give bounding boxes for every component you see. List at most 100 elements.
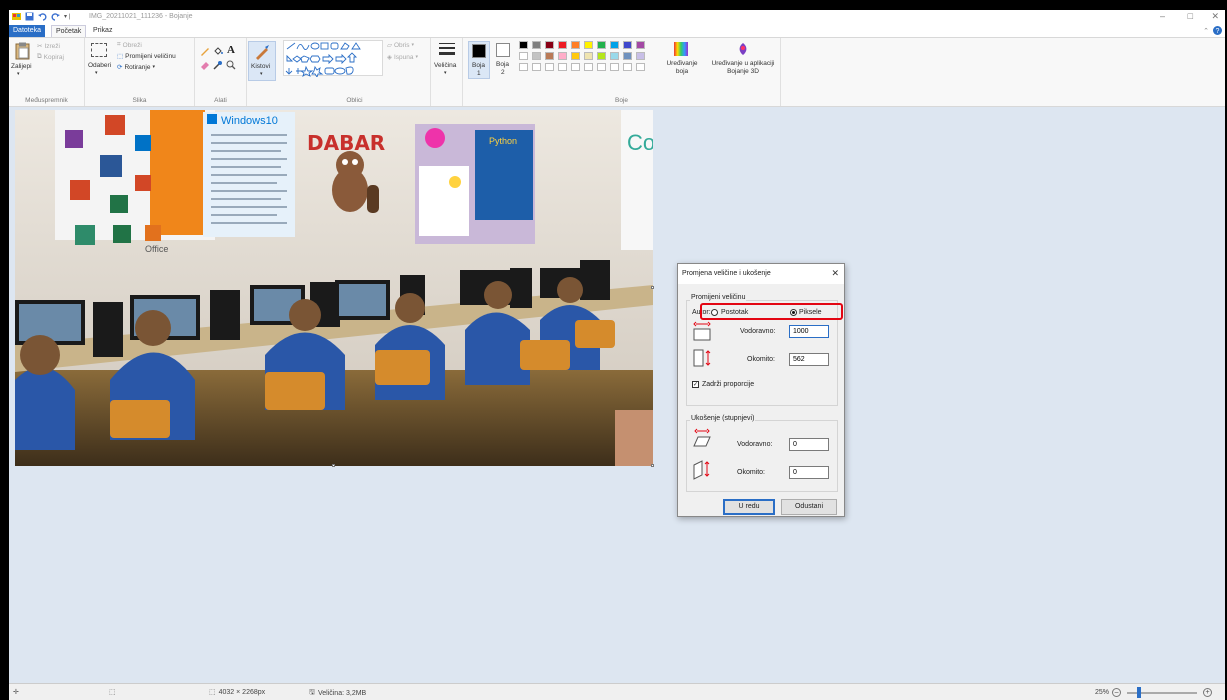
text-icon[interactable]: A <box>227 44 235 56</box>
canvas-area[interactable]: Office Windows10 DABAR Python Co <box>9 108 1225 682</box>
color-swatch[interactable] <box>597 41 606 49</box>
color1-button[interactable]: Boja 1 <box>468 41 490 79</box>
paint3d-button[interactable]: Uređivanje u aplikaciji Bojanje 3D <box>709 60 777 76</box>
custom-color-swatch[interactable] <box>532 63 541 71</box>
keep-ratio-label[interactable]: Zadrži proporcije <box>702 381 754 388</box>
image-group: Odaberi ▾ ⌗ Obreži ⬚ Promijeni veličinu ⟳ R… <box>85 38 195 106</box>
pencil-icon[interactable] <box>200 46 210 56</box>
paste-button[interactable]: Zalijepi <box>11 63 32 70</box>
crop-icon: ⌗ <box>117 41 121 48</box>
collapse-ribbon-icon[interactable]: ⌃ <box>1203 27 1209 35</box>
shapes-gallery[interactable] <box>283 40 383 79</box>
dialog-close-button[interactable]: ✕ <box>831 269 839 278</box>
color-swatch[interactable] <box>597 52 606 60</box>
resize-handle-right[interactable] <box>651 286 654 289</box>
color-swatch[interactable] <box>532 52 541 60</box>
custom-color-swatch[interactable] <box>558 63 567 71</box>
edit-colors-button[interactable]: Uređivanje boja <box>666 60 697 76</box>
copy-button[interactable]: ⧉ Kopiraj <box>37 53 64 61</box>
color-swatch[interactable] <box>623 52 632 60</box>
disk-icon: 🖫 <box>309 689 315 696</box>
custom-color-swatch[interactable] <box>597 63 606 71</box>
brushes-button[interactable]: Kistovi ▾ <box>248 41 276 81</box>
ok-button[interactable]: U redu <box>723 499 775 515</box>
size-button[interactable]: Veličina <box>434 62 456 69</box>
color-swatch[interactable] <box>584 52 593 60</box>
custom-color-swatch[interactable] <box>571 63 580 71</box>
paste-dropdown-icon[interactable]: ▾ <box>17 71 20 77</box>
skew-vertical-input[interactable] <box>789 466 829 479</box>
shapes-gallery-icons <box>285 42 361 79</box>
undo-icon[interactable] <box>38 12 47 21</box>
fill-button[interactable]: ◈ Ispuna ▾ <box>387 53 418 62</box>
selection-icon: ⬚ <box>109 689 116 696</box>
color-swatch[interactable] <box>623 41 632 49</box>
edit-colors-icon[interactable] <box>674 42 688 56</box>
select-icon[interactable] <box>91 43 107 57</box>
custom-color-swatch[interactable] <box>610 63 619 71</box>
color-swatch[interactable] <box>636 52 645 60</box>
redo-icon[interactable] <box>51 12 60 21</box>
crop-button[interactable]: ⌗ Obreži <box>117 41 142 49</box>
color-swatch[interactable] <box>558 41 567 49</box>
color-swatch[interactable] <box>584 41 593 49</box>
zoom-slider[interactable] <box>1127 686 1198 698</box>
paste-icon[interactable] <box>15 42 31 60</box>
customize-qa-icon[interactable]: ▾ | <box>64 13 70 20</box>
fill-label: Ispuna <box>394 53 414 61</box>
cut-button[interactable]: ✂ Izreži <box>37 42 60 51</box>
color-swatch[interactable] <box>571 41 580 49</box>
tab-file[interactable]: Datoteka <box>9 25 46 37</box>
resize-handle-bottom[interactable] <box>332 464 335 467</box>
color-swatch[interactable] <box>519 41 528 49</box>
tab-home[interactable]: Početak <box>51 25 87 37</box>
color-swatch[interactable] <box>545 52 554 60</box>
window-title: IMG_20211021_111236 - Bojanje <box>89 13 193 20</box>
size-dropdown-icon[interactable]: ▾ <box>444 70 447 76</box>
maximize-button[interactable]: □ <box>1188 11 1193 21</box>
custom-color-swatch[interactable] <box>545 63 554 71</box>
close-button[interactable]: ✕ <box>1211 11 1219 22</box>
color-swatch[interactable] <box>558 52 567 60</box>
zoom-in-button[interactable]: + <box>1203 688 1213 697</box>
custom-color-swatch[interactable] <box>519 63 528 71</box>
select-dropdown-icon[interactable]: ▾ <box>95 70 98 76</box>
zoom-slider-thumb[interactable] <box>1137 686 1142 698</box>
custom-color-swatch[interactable] <box>623 63 632 71</box>
custom-color-swatch[interactable] <box>636 63 645 71</box>
color1-sub: 1 <box>477 70 481 77</box>
color-swatch[interactable] <box>519 52 528 60</box>
canvas-image[interactable]: Office Windows10 DABAR Python Co <box>15 110 653 466</box>
color-swatch[interactable] <box>545 41 554 49</box>
eraser-icon[interactable] <box>200 60 210 70</box>
vertical-input[interactable] <box>789 353 829 366</box>
rotate-button[interactable]: ⟳ Rotiranje ▾ <box>117 63 155 72</box>
cancel-button[interactable]: Odustani <box>781 499 837 515</box>
outline-icon: ▱ <box>387 42 392 49</box>
resize-button[interactable]: ⬚ Promijeni veličinu <box>117 52 176 61</box>
skew-horizontal-input[interactable] <box>789 438 829 451</box>
color-picker-icon[interactable] <box>213 60 223 70</box>
color-swatch[interactable] <box>610 52 619 60</box>
tab-view[interactable]: Prikaz <box>89 25 116 37</box>
paint-window: ▾ | IMG_20211021_111236 - Bojanje – □ ✕ … <box>9 10 1225 700</box>
keep-ratio-checkbox[interactable]: ✓ <box>692 381 699 388</box>
paint3d-icon[interactable] <box>736 42 750 56</box>
minimize-button[interactable]: – <box>1160 11 1165 21</box>
color-swatch[interactable] <box>571 52 580 60</box>
color-swatch[interactable] <box>636 41 645 49</box>
color-swatch[interactable] <box>532 41 541 49</box>
custom-color-swatch[interactable] <box>584 63 593 71</box>
outline-button[interactable]: ▱ Obris ▾ <box>387 41 414 50</box>
color-swatch[interactable] <box>610 41 619 49</box>
select-button[interactable]: Odaberi <box>88 62 111 69</box>
fill-icon[interactable] <box>213 46 223 56</box>
save-icon[interactable] <box>25 12 34 21</box>
horizontal-input[interactable] <box>789 325 829 338</box>
color2-button[interactable]: Boja 2 <box>493 41 515 79</box>
line-size-icon[interactable] <box>439 42 455 56</box>
help-icon[interactable]: ? <box>1213 26 1222 35</box>
magnifier-icon[interactable] <box>226 60 236 70</box>
resize-handle-corner[interactable] <box>651 464 654 467</box>
zoom-out-button[interactable]: – <box>1112 688 1122 697</box>
